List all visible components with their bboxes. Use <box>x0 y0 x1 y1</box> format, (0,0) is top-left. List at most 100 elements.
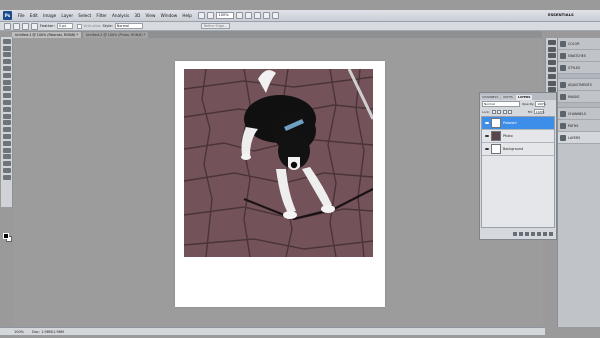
layer-thumbnail <box>491 118 501 128</box>
lock-position-icon[interactable] <box>502 109 507 114</box>
delete-layer-icon[interactable] <box>549 232 553 236</box>
dock-label: PATHS <box>568 123 579 128</box>
clone-stamp-tool-icon[interactable] <box>2 93 11 99</box>
new-layer-icon[interactable] <box>543 232 547 236</box>
link-layers-icon[interactable] <box>513 232 517 236</box>
new-selection-icon[interactable] <box>13 22 20 30</box>
paragraph-panel-icon[interactable] <box>547 73 556 79</box>
lock-image-icon[interactable] <box>497 109 502 114</box>
options-bar: Feather: 0 px Anti-alias Style: Normal R… <box>0 22 600 31</box>
eyedropper-tool-icon[interactable] <box>2 72 11 78</box>
add-selection-icon[interactable] <box>22 22 29 30</box>
lasso-tool-icon[interactable] <box>2 52 11 58</box>
bridge-button[interactable] <box>198 12 206 19</box>
pen-tool-icon[interactable] <box>2 133 11 139</box>
foreground-color-swatch[interactable] <box>3 233 9 239</box>
layer-style-icon[interactable] <box>519 232 523 236</box>
anti-alias-checkbox[interactable] <box>76 23 82 29</box>
layer-row-photo[interactable]: Photo <box>482 130 554 143</box>
status-doc-info[interactable]: Doc: 1.98M/1.98M <box>32 330 64 334</box>
quick-selection-tool-icon[interactable] <box>2 59 11 65</box>
photoshop-logo: Ps <box>3 11 12 20</box>
minibridge-button[interactable] <box>207 12 215 19</box>
menu-layer[interactable]: Layer <box>59 13 76 18</box>
adjustment-layer-icon[interactable] <box>531 232 535 236</box>
lock-transparent-icon[interactable] <box>491 109 496 114</box>
dock-color[interactable]: COLOR <box>558 38 600 50</box>
blur-tool-icon[interactable] <box>2 120 11 126</box>
character-panel-icon[interactable] <box>547 66 556 72</box>
feather-input[interactable]: 0 px <box>56 23 73 29</box>
menu-analysis[interactable]: Analysis <box>109 13 131 18</box>
layer-name: Background <box>503 147 524 151</box>
clone-source-panel-icon[interactable] <box>547 60 556 66</box>
visibility-eye-icon[interactable] <box>484 133 490 139</box>
dock-layers[interactable]: LAYERS <box>558 132 600 144</box>
refine-edge-button[interactable]: Refine Edge... <box>200 23 231 29</box>
marquee-tool-icon[interactable] <box>2 45 11 51</box>
brush-tool-icon[interactable] <box>2 86 11 92</box>
channels-icon <box>560 110 566 117</box>
layer-row-polaroid[interactable]: Polaroid <box>482 117 554 130</box>
dock-paths[interactable]: PATHS <box>558 120 600 132</box>
polaroid-document[interactable] <box>175 61 385 307</box>
menu-file[interactable]: File <box>15 13 27 18</box>
path-selection-tool-icon[interactable] <box>2 147 11 153</box>
crop-tool-icon[interactable] <box>2 65 11 71</box>
lock-all-icon[interactable] <box>508 109 513 114</box>
blend-mode-select[interactable]: Normal <box>482 101 520 107</box>
zoom-level-select[interactable]: 100% <box>216 12 235 19</box>
menu-edit[interactable]: Edit <box>27 13 40 18</box>
dock-styles[interactable]: STYLES <box>558 62 600 74</box>
visibility-eye-icon[interactable] <box>484 146 490 152</box>
tab-channels[interactable]: CHANNELS <box>480 95 501 100</box>
dock-masks[interactable]: MASKS <box>558 91 600 103</box>
history-panel-icon[interactable] <box>547 39 556 45</box>
dock-adjustments[interactable]: ADJUSTMENTS <box>558 79 600 91</box>
workspace-switcher[interactable]: ESSENTIALS <box>548 12 574 17</box>
zoom-tool-icon[interactable] <box>245 12 253 19</box>
hand-tool-icon[interactable] <box>236 12 244 19</box>
status-zoom[interactable]: 100% <box>14 330 24 334</box>
opacity-input[interactable]: 100% <box>535 101 546 107</box>
gradient-tool-icon[interactable] <box>2 113 11 119</box>
info-panel-icon[interactable] <box>547 80 556 86</box>
healing-brush-tool-icon[interactable] <box>2 79 11 85</box>
brushes-panel-icon[interactable] <box>547 53 556 59</box>
menu-filter[interactable]: Filter <box>94 13 110 18</box>
layer-mask-icon[interactable] <box>525 232 529 236</box>
menu-window[interactable]: Window <box>158 13 180 18</box>
canvas-workspace[interactable] <box>13 38 543 327</box>
shape-tool-icon[interactable] <box>2 154 11 160</box>
layers-panel[interactable]: CHANNELS PATHS LAYERS Normal Opacity: 10… <box>479 92 557 240</box>
fill-input[interactable]: 100% <box>533 108 544 115</box>
3d-rotate-tool-icon[interactable] <box>2 161 11 167</box>
arrange-documents-icon[interactable] <box>263 12 271 19</box>
tab-paths[interactable]: PATHS <box>501 95 515 100</box>
hand-tool-icon[interactable] <box>2 167 11 173</box>
eraser-tool-icon[interactable] <box>2 106 11 112</box>
dock-channels[interactable]: CHANNELS <box>558 108 600 120</box>
marquee-tool-preset-icon[interactable] <box>4 22 11 30</box>
menu-view[interactable]: View <box>143 13 158 18</box>
screen-mode-icon[interactable] <box>272 12 280 19</box>
rotate-view-icon[interactable] <box>254 12 262 19</box>
zoom-tool-icon[interactable] <box>2 174 11 180</box>
subtract-selection-icon[interactable] <box>31 22 38 30</box>
menu-3d[interactable]: 3D <box>132 13 143 18</box>
menu-help[interactable]: Help <box>180 13 195 18</box>
menu-image[interactable]: Image <box>41 13 59 18</box>
dodge-tool-icon[interactable] <box>2 127 11 133</box>
visibility-eye-icon[interactable] <box>484 120 490 126</box>
history-brush-tool-icon[interactable] <box>2 99 11 105</box>
new-group-icon[interactable] <box>537 232 541 236</box>
layer-row-background[interactable]: Background <box>482 143 554 156</box>
style-select[interactable]: Normal <box>114 23 143 29</box>
actions-panel-icon[interactable] <box>547 46 556 52</box>
menu-select[interactable]: Select <box>76 13 94 18</box>
paths-icon <box>560 122 566 129</box>
type-tool-icon[interactable] <box>2 140 11 146</box>
dock-swatches[interactable]: SWATCHES <box>558 50 600 62</box>
move-tool-icon[interactable] <box>2 38 11 44</box>
tab-layers[interactable]: LAYERS <box>515 95 533 100</box>
